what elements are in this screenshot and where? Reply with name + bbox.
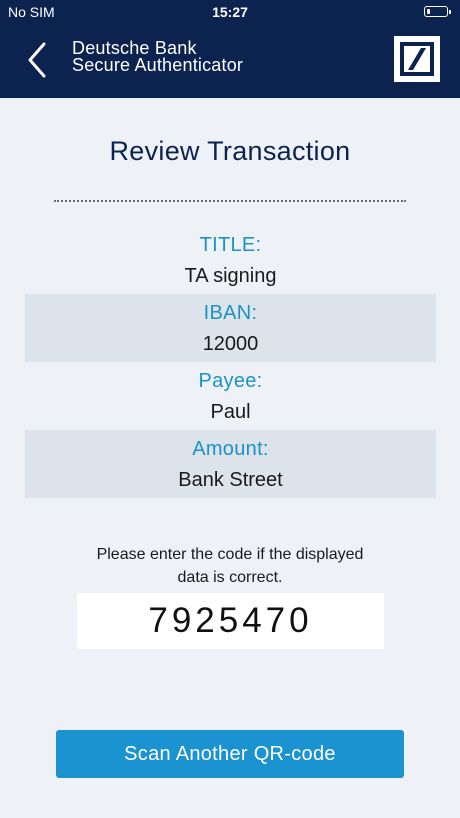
scan-qr-code-button[interactable]: Scan Another QR-code bbox=[56, 730, 404, 778]
instruction-line1: Please enter the code if the displayed bbox=[96, 546, 364, 563]
field-label: IBAN: bbox=[203, 302, 258, 324]
status-bar: No SIM 15:27 bbox=[0, 0, 460, 24]
field-value: TA signing bbox=[184, 265, 277, 287]
review-transaction-screen: Review Transaction TITLE: TA signing IBA… bbox=[0, 98, 460, 818]
verification-code: 7925470 bbox=[77, 593, 384, 649]
field-amount: Amount: Bank Street bbox=[25, 430, 436, 498]
field-label: Amount: bbox=[192, 438, 269, 460]
field-value: 12000 bbox=[202, 333, 259, 355]
page-title: Review Transaction bbox=[109, 136, 351, 166]
deutsche-bank-logo bbox=[394, 36, 440, 82]
field-payee: Payee: Paul bbox=[25, 362, 436, 430]
field-label: Payee: bbox=[198, 370, 263, 392]
clock: 15:27 bbox=[212, 4, 248, 20]
divider bbox=[54, 200, 406, 202]
back-button[interactable] bbox=[22, 40, 54, 80]
field-title: TITLE: TA signing bbox=[25, 226, 436, 294]
battery-icon bbox=[424, 6, 451, 17]
field-value: Paul bbox=[210, 401, 251, 423]
field-value: Bank Street bbox=[178, 469, 283, 491]
field-iban: IBAN: 12000 bbox=[25, 294, 436, 362]
nav-bar: Deutsche Bank Secure Authenticator bbox=[0, 24, 460, 98]
instruction-text: Please enter the code if the displayed d… bbox=[60, 543, 400, 589]
app-title: Deutsche Bank Secure Authenticator bbox=[72, 39, 244, 75]
chevron-left-icon bbox=[28, 42, 46, 78]
instruction-line2: data is correct. bbox=[177, 569, 283, 586]
app-title-line2: Secure Authenticator bbox=[72, 55, 244, 75]
field-label: TITLE: bbox=[199, 234, 262, 256]
logo-icon bbox=[394, 36, 440, 82]
